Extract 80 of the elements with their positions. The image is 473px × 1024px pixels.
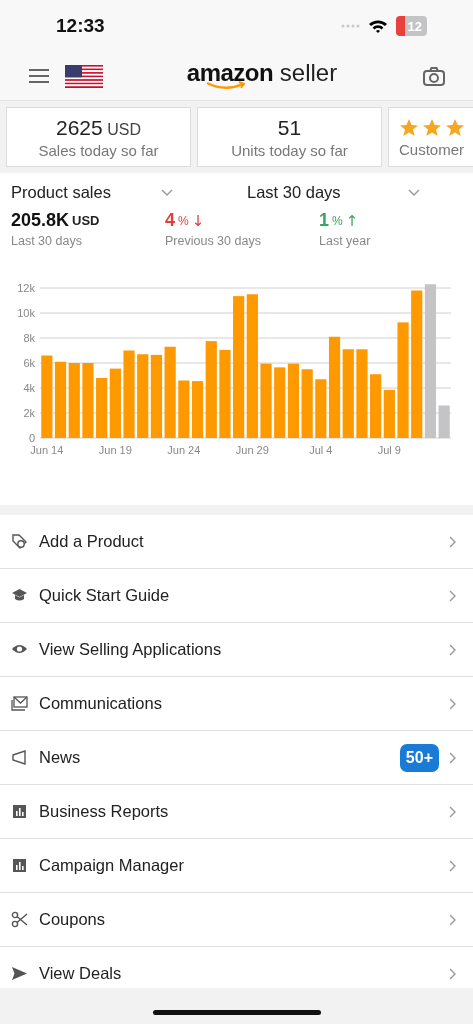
send-icon — [11, 965, 28, 982]
summary-card[interactable]: 51 Units today so far — [197, 107, 382, 167]
logo: amazon seller — [186, 59, 338, 93]
y-axis-label: 2k — [23, 407, 35, 419]
summary-card[interactable]: Customer — [388, 107, 473, 167]
chevron-right-icon — [449, 535, 456, 548]
chevron-right-icon — [449, 697, 456, 710]
menu-item[interactable]: View Selling Applications — [0, 623, 473, 677]
card-label: Customer — [399, 140, 465, 158]
menu-item[interactable]: Quick Start Guide — [0, 569, 473, 623]
wifi-icon — [367, 18, 388, 34]
mail-icon — [11, 695, 28, 712]
stat-value: 4 — [165, 210, 175, 231]
stat-value: 205.8K — [11, 210, 70, 231]
chevron-right-icon — [449, 859, 456, 872]
bar — [301, 369, 313, 438]
bar — [96, 378, 108, 438]
chevron-right-icon — [449, 589, 456, 602]
chevron-right-icon — [449, 913, 456, 926]
bar — [383, 389, 395, 438]
stat-label: Previous 30 days — [165, 234, 262, 248]
chevron-right-icon — [449, 967, 456, 980]
bar — [109, 368, 121, 438]
star-icon — [399, 118, 419, 137]
battery-level: 12 — [407, 19, 422, 34]
x-axis-label: Jun 14 — [30, 444, 64, 456]
chevron-right-icon — [449, 751, 456, 764]
count-badge: 50+ — [399, 743, 439, 772]
stat-label: Last 30 days — [11, 234, 83, 248]
y-axis-label: 10k — [17, 307, 35, 319]
y-axis-label: 0 — [28, 432, 35, 444]
menu-item[interactable]: News 50+ — [0, 731, 473, 785]
bar — [178, 380, 190, 438]
card-label: Sales today so far — [38, 141, 159, 159]
cellular-signal-icon — [340, 22, 360, 30]
bar — [370, 374, 382, 438]
menu-item[interactable]: Business Reports — [0, 785, 473, 839]
y-axis-label: 6k — [23, 357, 35, 369]
metric-dropdown[interactable]: Product sales — [11, 183, 173, 202]
chevron-right-icon — [449, 643, 456, 656]
bar — [274, 367, 286, 438]
menu-item[interactable]: Communications — [0, 677, 473, 731]
scissors-icon — [11, 911, 28, 928]
trend-arrow: ↑ — [345, 211, 359, 230]
menu-item[interactable]: Coupons — [0, 893, 473, 947]
stat-unit: USD — [72, 213, 100, 228]
bar-chart-icon — [11, 803, 28, 820]
card-label: Units today so far — [231, 141, 348, 159]
period-dropdown[interactable]: Last 30 days — [247, 183, 420, 202]
card-value: 51 — [277, 115, 302, 139]
menu-item[interactable]: Add a Product — [0, 515, 473, 569]
stat-unit: % — [332, 213, 343, 228]
chevron-right-icon — [449, 805, 456, 818]
clock-time: 12:33 — [56, 15, 105, 37]
stat-label: Last year — [319, 234, 372, 248]
star-icon — [445, 118, 465, 137]
megaphone-icon — [11, 749, 28, 766]
menu-icon[interactable] — [29, 69, 49, 83]
trend-arrow: ↓ — [191, 211, 205, 230]
x-axis-label: Jun 24 — [167, 444, 201, 456]
x-axis-label: Jul 4 — [309, 444, 333, 456]
summary-card[interactable]: 2625 USD Sales today so far — [6, 107, 191, 167]
star-icon — [422, 118, 442, 137]
x-axis-label: Jun 29 — [235, 444, 269, 456]
chevron-down-icon — [161, 189, 173, 196]
chevron-down-icon — [408, 189, 420, 196]
menu-item[interactable]: Campaign Manager — [0, 839, 473, 893]
x-axis-label: Jul 9 — [377, 444, 401, 456]
y-axis-label: 4k — [23, 382, 35, 394]
y-axis-label: 12k — [17, 282, 35, 294]
tag-icon — [11, 533, 28, 550]
x-axis-label: Jun 19 — [98, 444, 132, 456]
camera-icon[interactable] — [423, 66, 445, 86]
card-value: 2625 USD — [56, 115, 141, 139]
stat-unit: % — [178, 213, 189, 228]
bar-chart-icon — [11, 857, 28, 874]
stat-value: 1 — [319, 210, 329, 231]
flag-icon[interactable] — [65, 64, 103, 88]
y-axis-label: 8k — [23, 332, 35, 344]
smile-icon — [204, 81, 246, 90]
